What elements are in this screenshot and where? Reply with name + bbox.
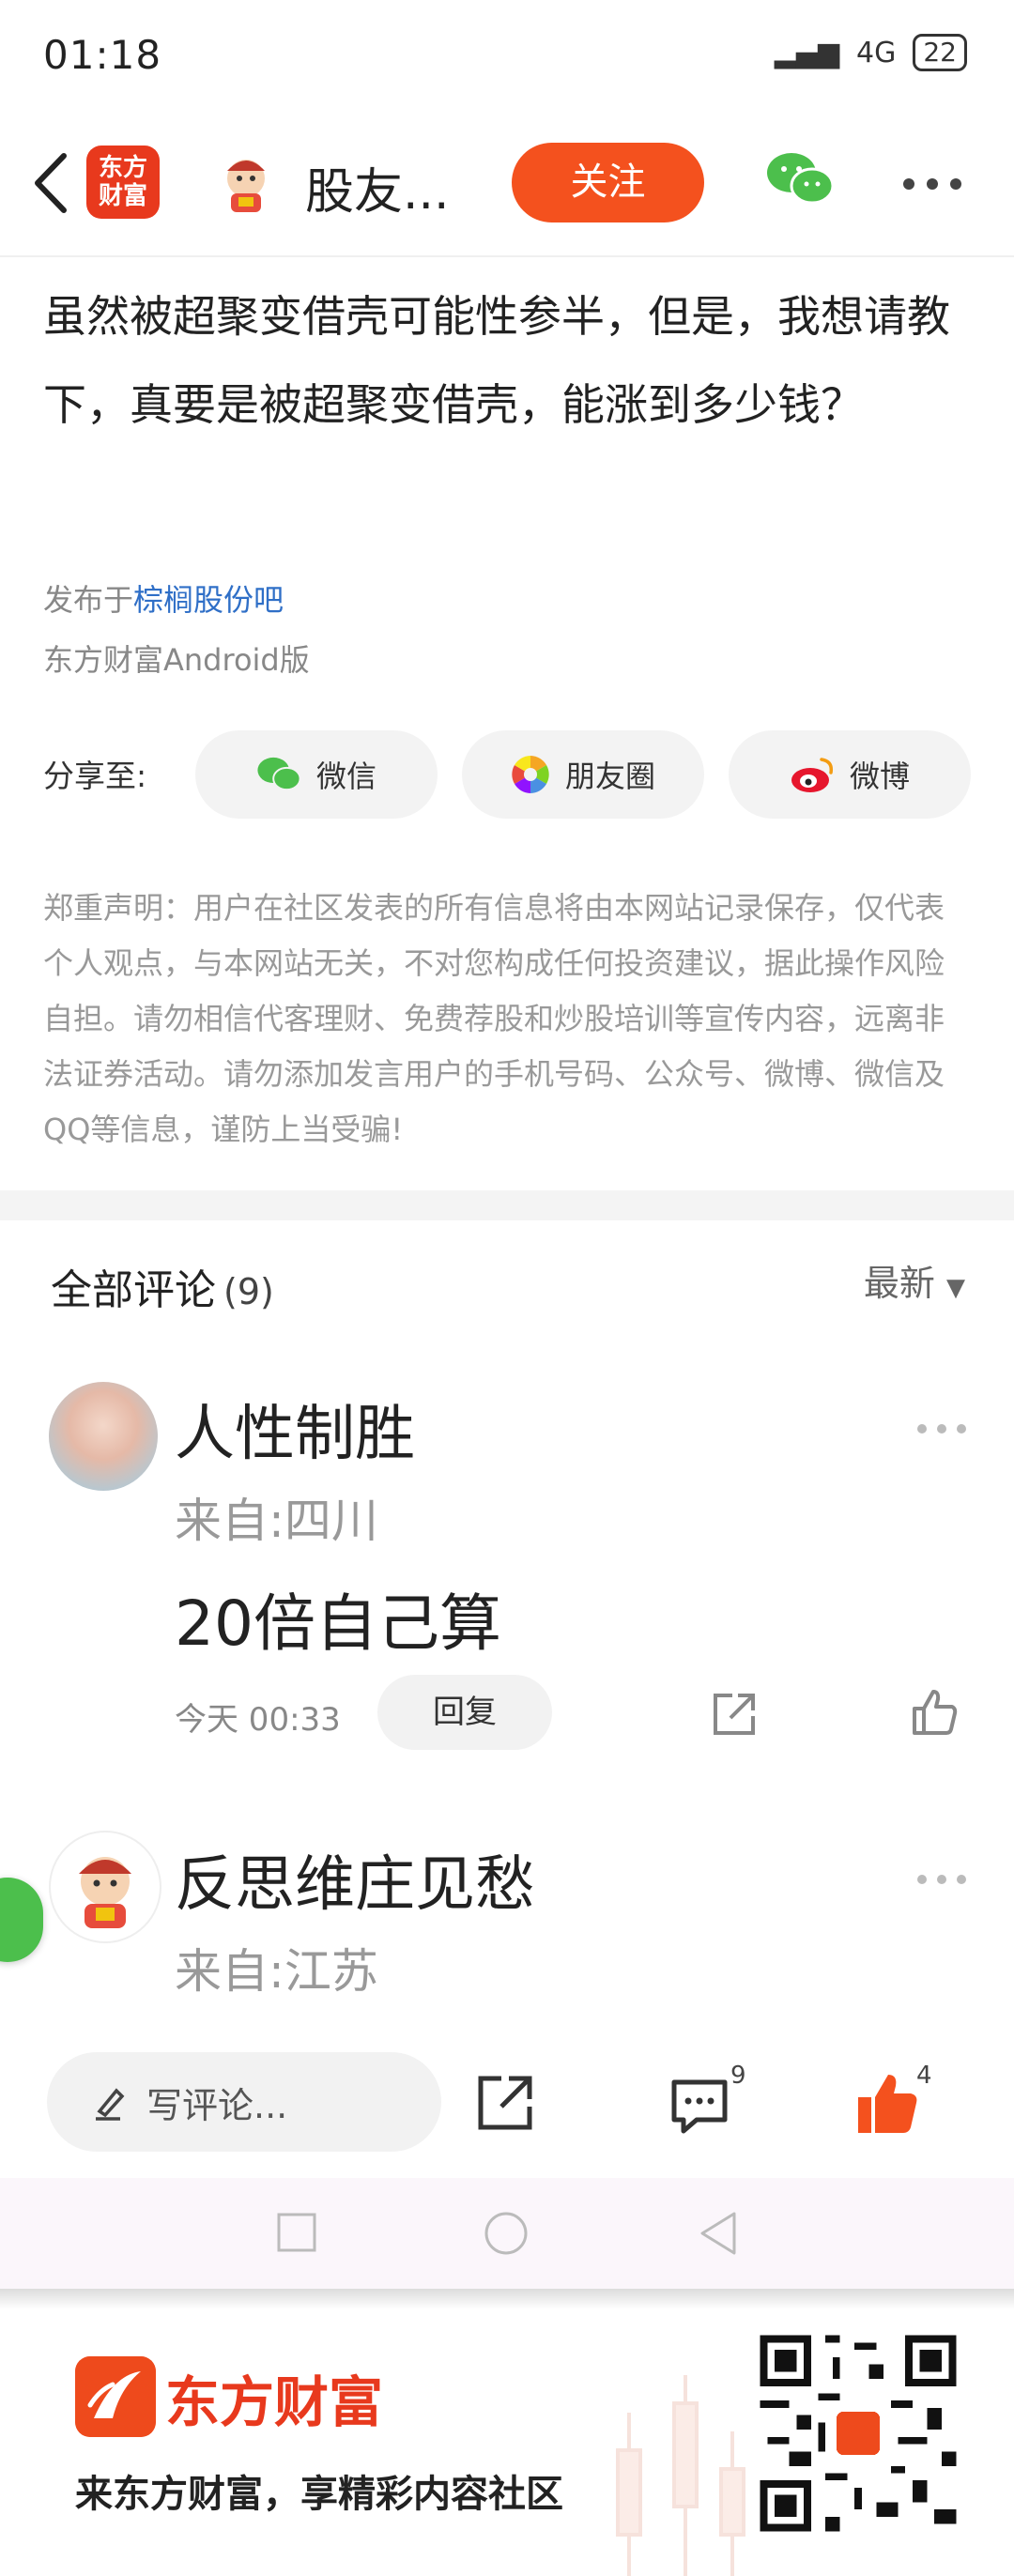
- comment-text: 20倍自己算: [175, 1587, 501, 1660]
- avatar[interactable]: [49, 1831, 161, 1943]
- share-label: 分享至:: [43, 758, 147, 794]
- signal-icon: ▂▄▆: [774, 36, 840, 69]
- caret-down-icon: ▼: [946, 1274, 965, 1302]
- follow-button[interactable]: 关注: [512, 143, 704, 222]
- back-triangle-icon[interactable]: [697, 2210, 738, 2257]
- wechat-share-icon[interactable]: [765, 150, 835, 208]
- share-comment-icon[interactable]: [710, 1690, 759, 1739]
- comments-title-text: 全部评论: [51, 1266, 216, 1314]
- published-prefix: 发布于: [43, 582, 134, 618]
- header-title: 股友...: [305, 164, 450, 221]
- eastmoney-brand-logo: [75, 2356, 156, 2437]
- write-comment-input[interactable]: 写评论...: [47, 2052, 441, 2152]
- pen-icon: [96, 2088, 125, 2121]
- brand-slogan: 来东方财富，享精彩内容社区: [75, 2473, 563, 2516]
- like-comment-icon[interactable]: [909, 1688, 960, 1739]
- more-options-icon[interactable]: [901, 176, 963, 192]
- sort-label: 最新: [863, 1263, 935, 1304]
- home-circle-icon[interactable]: [483, 2210, 530, 2257]
- disclaimer-text: 郑重声明：用户在社区发表的所有信息将由本网站记录保存，仅代表个人观点，与本网站无…: [43, 890, 945, 1147]
- logo-text-2: 财富: [98, 182, 147, 210]
- share-weibo-button[interactable]: 微博: [729, 730, 971, 819]
- comment-location: 来自:四川: [175, 1494, 378, 1548]
- post-client: 东方财富Android版: [43, 642, 310, 678]
- like-icon[interactable]: [854, 2071, 920, 2137]
- comment-time: 今天 00:33: [175, 1701, 341, 1739]
- comment-location: 来自:江苏: [175, 1944, 378, 1999]
- comments-count: (9): [223, 1271, 274, 1312]
- section-divider: [0, 1190, 1014, 1220]
- eastmoney-logo[interactable]: 东方 财富: [86, 146, 160, 219]
- comment-author[interactable]: 反思维庄见愁: [175, 1836, 535, 1923]
- share-wechat-button[interactable]: 微信: [195, 730, 438, 819]
- logo-text-1: 东方: [98, 154, 147, 182]
- post-forum-line: 发布于棕榈股份吧: [43, 576, 284, 620]
- comment-more-icon[interactable]: [916, 1423, 967, 1434]
- reply-button[interactable]: 回复: [377, 1675, 552, 1750]
- status-icons: ▂▄▆ 4G 22: [775, 34, 967, 71]
- wechat-icon: [257, 757, 301, 791]
- share-moments-label: 朋友圈: [564, 759, 655, 794]
- like-count-badge: 4: [916, 2062, 932, 2090]
- avatar[interactable]: [49, 1382, 158, 1491]
- back-arrow-icon[interactable]: [28, 150, 75, 216]
- qr-code-icon: [753, 2328, 963, 2538]
- comment-icon[interactable]: [668, 2075, 730, 2137]
- battery-indicator: 22: [913, 34, 967, 71]
- post-body: 虽然被超聚变借壳可能性参半，但是，我想请教下，真要是被超聚变借壳，能涨到多少钱？: [43, 291, 950, 430]
- floating-chat-button[interactable]: [0, 1878, 43, 1962]
- comment-more-icon[interactable]: [916, 1874, 967, 1885]
- recents-square-icon[interactable]: [276, 2212, 317, 2253]
- banner-divider: [0, 2289, 1014, 2309]
- sort-dropdown[interactable]: 最新 ▼: [864, 1254, 965, 1306]
- share-wechat-label: 微信: [315, 759, 376, 794]
- header-divider: [0, 255, 1014, 257]
- brand-name: 东方财富: [165, 2370, 384, 2434]
- write-comment-placeholder: 写评论...: [146, 2084, 288, 2126]
- comment-count-badge: 9: [730, 2062, 746, 2090]
- network-type: 4G: [856, 36, 897, 69]
- weibo-icon: [791, 758, 834, 792]
- user-avatar-mascot-icon[interactable]: [216, 150, 276, 216]
- candlestick-decoration: [616, 2375, 745, 2576]
- share-moments-button[interactable]: 朋友圈: [462, 730, 704, 819]
- share-weibo-label: 微博: [849, 759, 910, 794]
- share-icon[interactable]: [475, 2073, 535, 2133]
- comment-author[interactable]: 人性制胜: [175, 1386, 415, 1472]
- status-time: 01:18: [43, 32, 162, 78]
- comments-title: 全部评论 (9): [51, 1256, 274, 1316]
- moments-icon: [512, 756, 549, 793]
- forum-link[interactable]: 棕榈股份吧: [133, 582, 284, 618]
